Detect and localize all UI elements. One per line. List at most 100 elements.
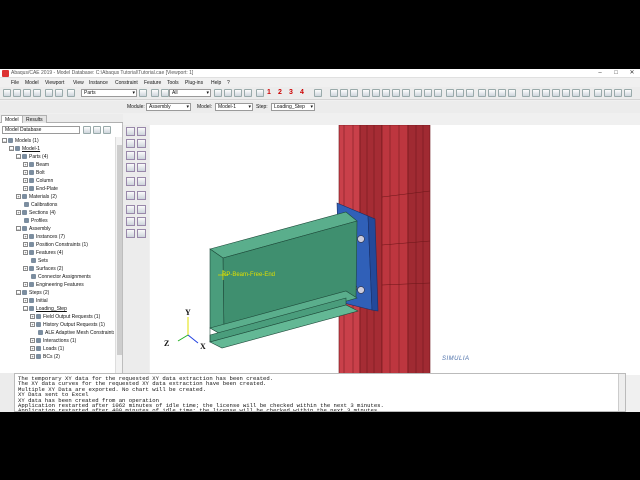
- red-arrow-icon[interactable]: [314, 89, 322, 97]
- model-select[interactable]: Model-1 ▾: [215, 103, 253, 111]
- tree-item[interactable]: + History Output Requests (1): [30, 321, 105, 329]
- tree-item[interactable]: Connector Assignments: [23, 273, 91, 281]
- datum-point-icon[interactable]: [126, 177, 135, 186]
- collapse-icon[interactable]: –: [16, 154, 21, 160]
- csys-icon[interactable]: [244, 89, 252, 97]
- menu-plugins[interactable]: Plug-ins: [185, 80, 203, 86]
- maximize-button[interactable]: □: [608, 69, 624, 78]
- front-view-icon[interactable]: [414, 89, 422, 97]
- tree-item[interactable]: – Assembly: [16, 225, 51, 233]
- tree-item[interactable]: + Engineering Features: [23, 281, 84, 289]
- menu-whats-this[interactable]: ?: [227, 80, 230, 86]
- render-wireframe-icon[interactable]: [340, 89, 348, 97]
- position-constraint-icon[interactable]: [126, 163, 135, 172]
- open-file-icon[interactable]: [13, 89, 21, 97]
- cycle-view-icon[interactable]: [498, 89, 506, 97]
- menu-instance[interactable]: Instance: [89, 80, 108, 86]
- cursor-icon[interactable]: [362, 89, 370, 97]
- display-group-icon[interactable]: [67, 89, 75, 97]
- expand-icon[interactable]: +: [23, 266, 28, 272]
- hide-icon[interactable]: [624, 89, 632, 97]
- tab-results[interactable]: Results: [22, 115, 47, 123]
- expand-icon[interactable]: +: [30, 314, 35, 320]
- pan-arrows-icon[interactable]: [522, 89, 530, 97]
- collapse-icon[interactable]: –: [2, 138, 7, 144]
- coaxial-icon[interactable]: [137, 163, 146, 172]
- zoom-icon[interactable]: [392, 89, 400, 97]
- collapse-icon[interactable]: –: [23, 306, 28, 312]
- close-button[interactable]: ✕: [624, 69, 640, 78]
- tree-item[interactable]: + Bolt: [23, 169, 45, 177]
- translate-to-icon[interactable]: [126, 151, 135, 160]
- expand-icon[interactable]: +: [30, 354, 35, 360]
- translate-instance-icon[interactable]: [126, 139, 135, 148]
- datum-axis-icon[interactable]: [137, 177, 146, 186]
- menu-viewport[interactable]: Viewport: [45, 80, 64, 86]
- print-icon[interactable]: [33, 89, 41, 97]
- save-icon[interactable]: [23, 89, 31, 97]
- view-1-button[interactable]: 1: [267, 89, 271, 96]
- tree-collapse-icon[interactable]: [103, 126, 111, 134]
- tree-item[interactable]: – Loading_Step: [23, 305, 67, 313]
- tree-item[interactable]: + Surfaces (2): [23, 265, 63, 273]
- tree-item[interactable]: ALE Adaptive Mesh Constraints: [30, 329, 114, 337]
- tree-item[interactable]: + Column: [23, 177, 53, 185]
- expand-icon[interactable]: +: [30, 346, 35, 352]
- expand-icon[interactable]: +: [23, 282, 28, 288]
- highlight-icon[interactable]: [224, 89, 232, 97]
- tree-scrollbar-thumb[interactable]: [117, 145, 122, 355]
- expand-icon[interactable]: +: [23, 170, 28, 176]
- layers-icon[interactable]: [604, 89, 612, 97]
- tree-filter-icon[interactable]: [83, 126, 91, 134]
- reference-point-icon[interactable]: [126, 217, 135, 226]
- visible-icon[interactable]: [614, 89, 622, 97]
- pan-icon[interactable]: [372, 89, 380, 97]
- perspective-icon[interactable]: [508, 89, 516, 97]
- csys-datum-icon[interactable]: [137, 217, 146, 226]
- selection-filter-select[interactable]: All ▾: [169, 89, 211, 97]
- minimize-button[interactable]: –: [592, 69, 608, 78]
- view-2-button[interactable]: 2: [278, 89, 282, 96]
- tree-item[interactable]: – Models (1): [2, 137, 39, 145]
- menu-tools[interactable]: Tools: [167, 80, 179, 86]
- left-view-icon[interactable]: [434, 89, 442, 97]
- top-view-icon[interactable]: [456, 89, 464, 97]
- tab-model[interactable]: Model: [1, 115, 23, 123]
- bottom-view-icon[interactable]: [466, 89, 474, 97]
- query-tool-icon[interactable]: [126, 229, 135, 238]
- expand-icon[interactable]: +: [23, 178, 28, 184]
- menu-feature[interactable]: Feature: [144, 80, 161, 86]
- part-display-icon[interactable]: [139, 89, 147, 97]
- tree-item[interactable]: + Instances (7): [23, 233, 65, 241]
- zoom-box-icon[interactable]: [402, 89, 410, 97]
- collapse-icon[interactable]: –: [16, 226, 21, 232]
- menu-constraint[interactable]: Constraint: [115, 80, 138, 86]
- tree-item[interactable]: + Sections (4): [16, 209, 56, 217]
- new-file-icon[interactable]: [3, 89, 11, 97]
- merge-cut-icon[interactable]: [137, 151, 146, 160]
- zoom-in-icon[interactable]: [552, 89, 560, 97]
- tree-item[interactable]: + Position Constraints (1): [23, 241, 88, 249]
- select-in-box-icon[interactable]: [234, 89, 242, 97]
- color-code-icon[interactable]: [55, 89, 63, 97]
- tree-expand-icon[interactable]: [93, 126, 101, 134]
- tree-item[interactable]: – Model-1: [9, 145, 40, 153]
- magnify-icon[interactable]: [542, 89, 550, 97]
- triad-icon[interactable]: [256, 89, 264, 97]
- collapse-icon[interactable]: –: [16, 290, 21, 296]
- tree-scrollbar[interactable]: [115, 137, 122, 399]
- beam-part[interactable]: [209, 211, 359, 349]
- expand-icon[interactable]: +: [23, 234, 28, 240]
- tree-item[interactable]: Sets: [23, 257, 48, 265]
- fit-view-icon[interactable]: [488, 89, 496, 97]
- partition-cell-icon[interactable]: [137, 191, 146, 200]
- box-zoom-icon[interactable]: [478, 89, 486, 97]
- menu-view[interactable]: View: [73, 80, 84, 86]
- tree-item[interactable]: – Parts (4): [16, 153, 48, 161]
- rotate-instance-icon[interactable]: [137, 139, 146, 148]
- select-arrow-icon[interactable]: [161, 89, 169, 97]
- rotate-arrows-icon[interactable]: [532, 89, 540, 97]
- view-manager-icon[interactable]: [594, 89, 602, 97]
- tree-item[interactable]: + Initial: [23, 297, 48, 305]
- tree-item[interactable]: + BCs (2): [30, 353, 60, 361]
